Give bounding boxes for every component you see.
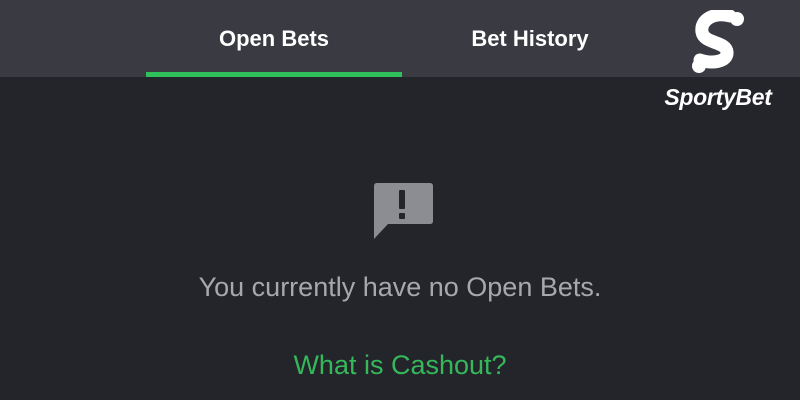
empty-state-message: You currently have no Open Bets. <box>198 272 602 302</box>
alert-message-icon <box>374 183 433 239</box>
sportybet-logo: SportyBet <box>648 10 788 115</box>
tab-open-bets-label: Open Bets <box>218 25 330 51</box>
tab-open-bets[interactable]: Open Bets <box>146 0 402 77</box>
tab-bet-history[interactable]: Bet History <box>402 0 658 77</box>
tab-bet-history-label: Bet History <box>471 25 589 51</box>
open-bets-screen: Open Bets Bet History SportyBet You curr… <box>0 0 800 400</box>
active-tab-indicator <box>146 72 402 77</box>
what-is-cashout-link[interactable]: What is Cashout? <box>0 350 800 381</box>
logo-wordmark: SportyBet <box>664 84 772 110</box>
sportybet-logo-icon <box>692 10 744 73</box>
